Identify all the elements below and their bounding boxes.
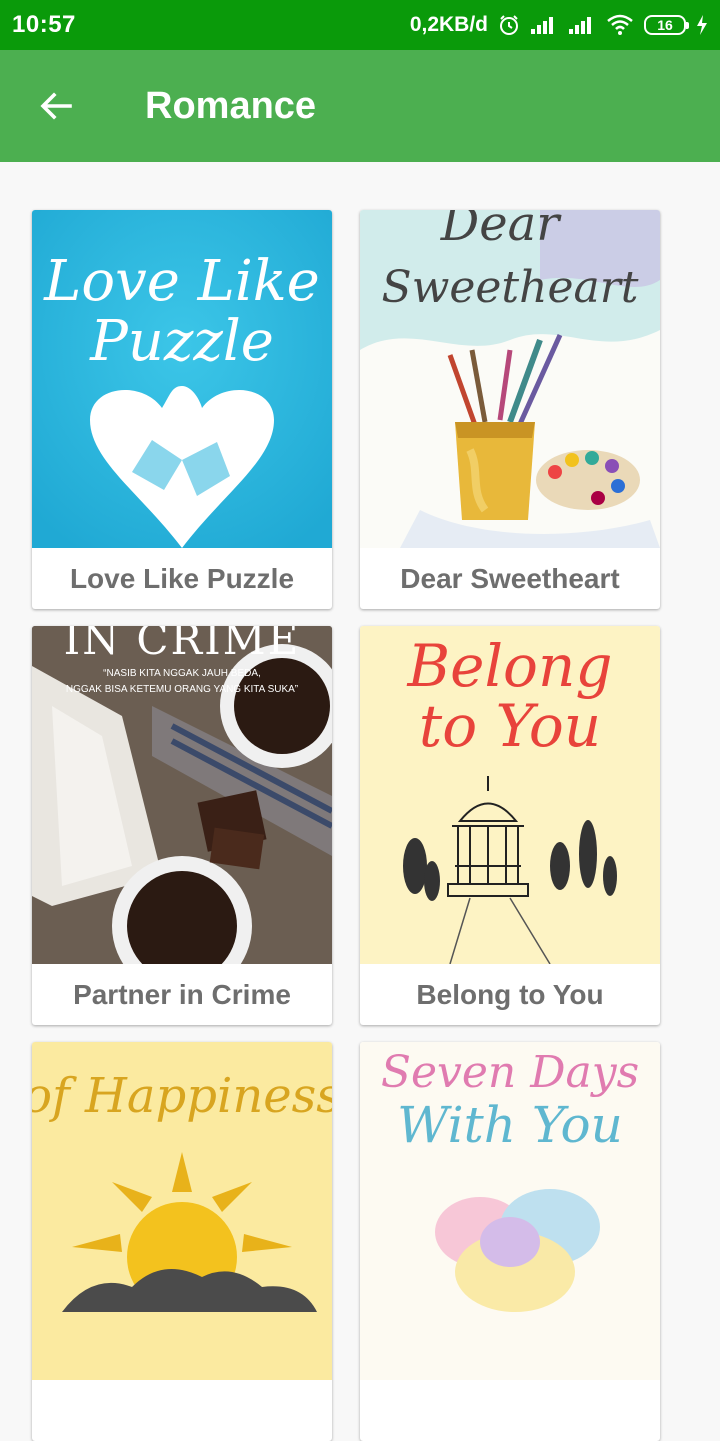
arrow-back-icon (40, 92, 72, 120)
battery-level: 16 (657, 17, 673, 33)
battery-icon: 16 (644, 15, 689, 35)
book-title: Belong to You (416, 978, 604, 1010)
book-card-seven-days-with-you[interactable]: Seven Days With You (360, 1042, 660, 1441)
cover-quote-line-1: “NASIB KITA NGGAK JAUH BEDA, (103, 668, 261, 679)
cover-title-line-1: Seven Days (381, 1047, 639, 1098)
cover-quote-line-2: NGGAK BISA KETEMU ORANG YANG KITA SUKA” (66, 684, 298, 695)
status-bar: 10:57 0,2KB/d 16 (0, 0, 720, 50)
status-icons: 0,2KB/d 16 (410, 13, 708, 37)
book-cover: IN CRIME “NASIB KITA NGGAK JAUH BEDA, NG… (32, 626, 332, 964)
cover-title-line-1: Belong (407, 632, 613, 700)
page-title: Romance (145, 84, 317, 127)
book-card-belong-to-you[interactable]: Belong to You Belong to You (360, 626, 660, 1025)
alarm-icon (498, 14, 520, 36)
app-bar: Romance (0, 50, 720, 162)
cover-title-line-1: Dear (440, 210, 563, 252)
signal-icon (530, 15, 558, 35)
book-cover: Love Like Puzzle (32, 210, 332, 548)
book-title (32, 1380, 332, 1441)
book-cover: Dear Sweetheart (360, 210, 660, 548)
book-cover: Seven Days With You (360, 1042, 660, 1380)
book-cover: Belong to You (360, 626, 660, 964)
book-title (360, 1380, 660, 1441)
back-button[interactable] (32, 82, 80, 130)
cover-title-line-2: Puzzle (89, 309, 274, 374)
book-card-dear-sweetheart[interactable]: Dear Sweetheart Dear Sweetheart (360, 210, 660, 609)
book-title: Love Like Puzzle (69, 562, 295, 594)
cover-title-line-2: to You (419, 692, 601, 760)
status-time: 10:57 (12, 11, 76, 38)
cover-title-line-1: of Happiness (32, 1068, 332, 1124)
book-title: Dear Sweetheart (400, 562, 620, 594)
cover-title-line-2: Sweetheart (382, 262, 639, 313)
book-card-love-like-puzzle[interactable]: Love Like Puzzle Love Like Puzzle (32, 210, 332, 609)
cover-title-line-1: IN CRIME (64, 626, 301, 664)
signal-icon-2 (568, 15, 596, 35)
wifi-icon (606, 14, 634, 36)
charging-icon (696, 15, 708, 35)
book-cover: of Happiness (32, 1042, 332, 1380)
network-speed: 0,2KB/d (409, 13, 488, 36)
book-title: Partner in Crime (73, 978, 291, 1010)
pencil-cup-icon (455, 422, 535, 520)
paint-palette-icon (536, 450, 640, 510)
book-card-partner-in-crime[interactable]: IN CRIME “NASIB KITA NGGAK JAUH BEDA, NG… (32, 626, 332, 1025)
book-card-of-happiness[interactable]: of Happiness (32, 1042, 332, 1441)
book-grid: Love Like Puzzle Love Like Puzzle Dear S… (32, 210, 660, 1441)
cover-title-line-1: Love Like (43, 249, 320, 314)
cover-title-line-2: With You (397, 1096, 623, 1154)
